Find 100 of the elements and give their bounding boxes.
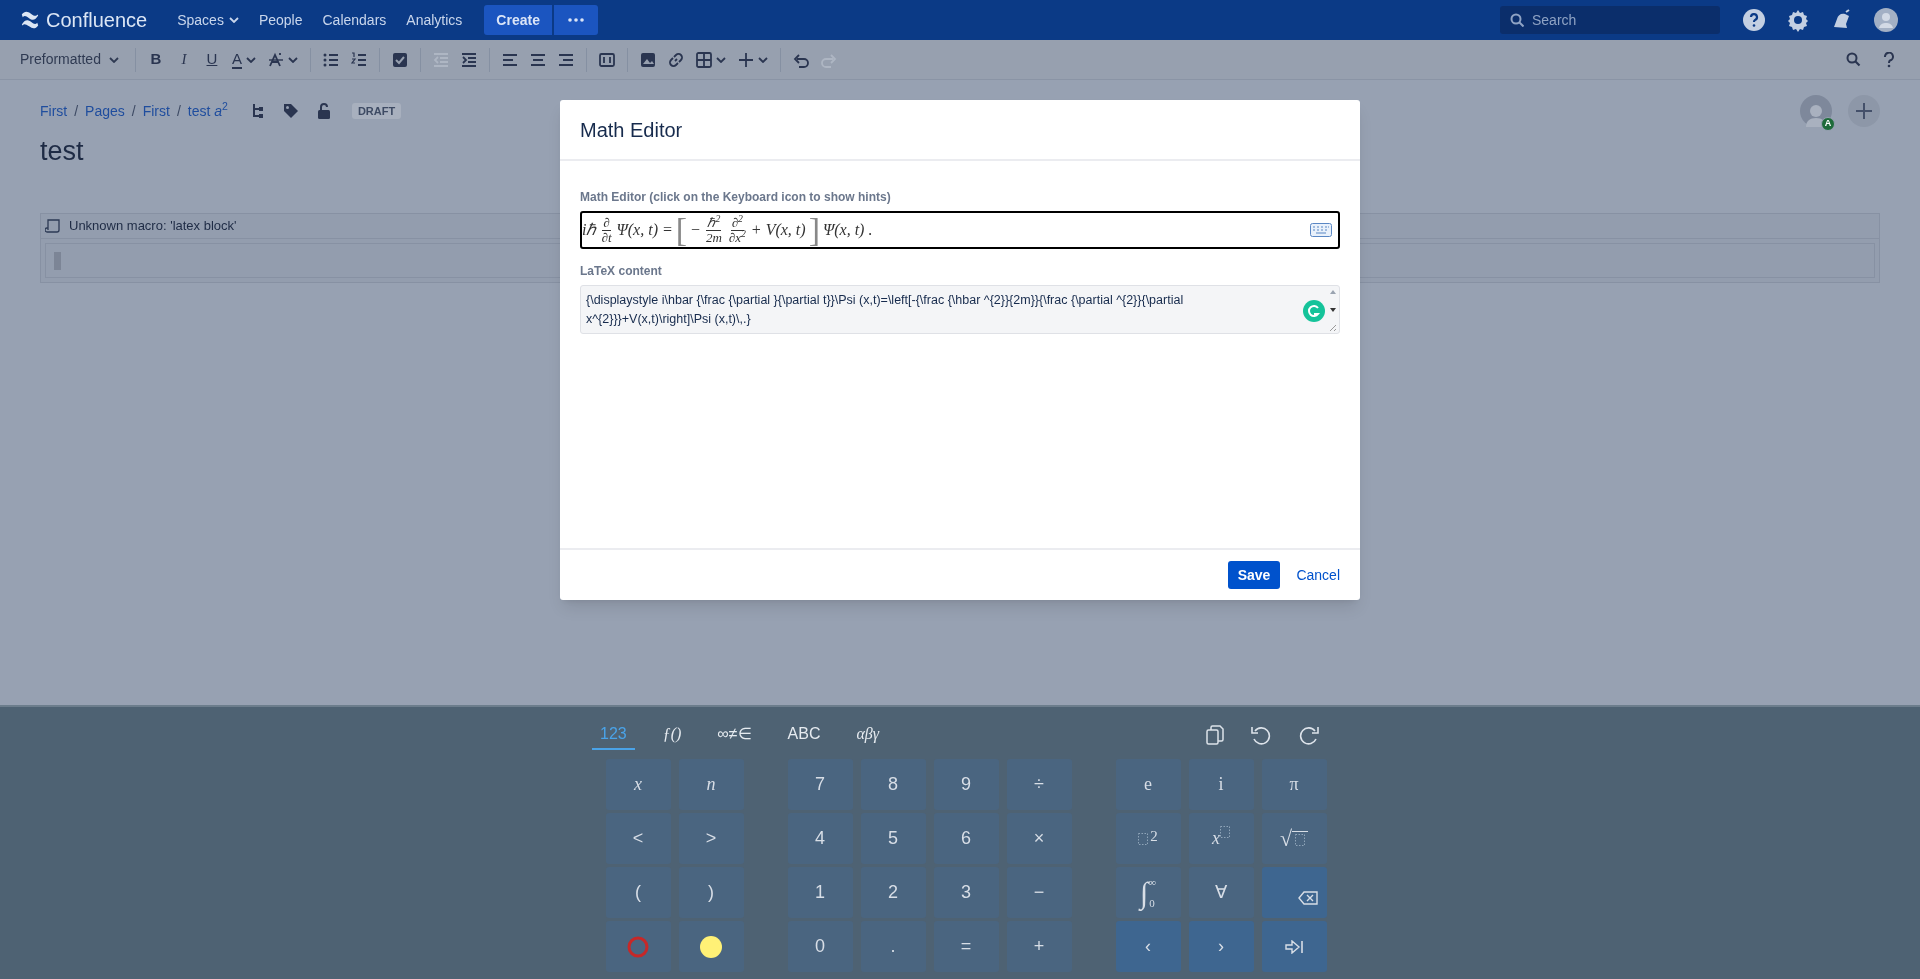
toolbar-button[interactable]: I xyxy=(169,44,198,75)
keyboard-key[interactable]: < xyxy=(605,813,671,864)
nav-menu-item[interactable]: Calendars xyxy=(312,4,397,36)
keyboard-tab[interactable]: αβγ xyxy=(848,720,888,750)
confluence-logo-icon[interactable] xyxy=(20,10,40,30)
user-avatar-icon[interactable] xyxy=(1874,8,1898,32)
keyboard-key[interactable]: 5 xyxy=(860,813,926,864)
breadcrumb-link[interactable]: First xyxy=(40,100,68,122)
breadcrumb-link[interactable]: test a$^{2}$ xyxy=(187,100,228,122)
image-icon xyxy=(639,51,656,68)
breadcrumb-link[interactable]: First xyxy=(142,100,170,122)
placeholder-square-icon xyxy=(1220,825,1230,838)
keyboard-key[interactable]: × xyxy=(1006,813,1072,864)
toolbar-button[interactable]: U xyxy=(197,44,226,75)
keyboard-key[interactable]: 4 xyxy=(787,813,853,864)
keyboard-key[interactable] xyxy=(1261,867,1327,918)
keyboard-key[interactable]: + xyxy=(1006,921,1072,972)
keyboard-key[interactable]: 3 xyxy=(933,867,999,918)
macro-label: Unknown macro: 'latex block' xyxy=(69,217,237,236)
more-button[interactable] xyxy=(553,5,598,35)
keyboard-key[interactable]: 0 xyxy=(787,921,853,972)
numbered-list-icon xyxy=(350,51,367,68)
avatar-badge: A xyxy=(1821,117,1835,131)
keyboard-key[interactable]: n xyxy=(678,759,744,810)
keyboard-key[interactable]: . xyxy=(860,921,926,972)
settings-icon[interactable] xyxy=(1786,8,1810,32)
copy-icon[interactable] xyxy=(1206,725,1224,745)
base-text: x xyxy=(1212,827,1220,850)
toolbar-button[interactable]: B xyxy=(141,44,170,75)
integral-sign: ∫ xyxy=(1139,875,1149,913)
cancel-link[interactable]: Cancel xyxy=(1296,564,1340,586)
dialog-title: Math Editor xyxy=(580,117,683,143)
page-title[interactable]: test xyxy=(40,133,84,169)
keyboard-key[interactable] xyxy=(678,921,744,972)
nav-menu-item[interactable]: Spaces xyxy=(167,4,249,36)
caret-icon xyxy=(108,56,119,63)
keyboard-tab[interactable]: ∞≠∈ xyxy=(709,720,760,750)
math-fraction: ∂$^{2}$ ∂x$^{2}$ xyxy=(727,215,747,245)
undo-icon[interactable] xyxy=(1250,725,1272,745)
keyboard-key[interactable]: 9 xyxy=(933,759,999,810)
placeholder-square-icon xyxy=(1295,834,1306,846)
keyboard-key[interactable]: π xyxy=(1261,759,1327,810)
search-field[interactable]: Search xyxy=(1500,6,1720,34)
keyboard-key[interactable]: x xyxy=(1188,813,1254,864)
keyboard-key[interactable]: e xyxy=(1115,759,1181,810)
paragraph-style-dropdown[interactable]: Preformatted xyxy=(20,49,119,70)
help-icon[interactable] xyxy=(1742,8,1766,32)
math-text: iℏ xyxy=(582,220,597,240)
table-icon xyxy=(695,51,712,68)
keyboard-key[interactable]: √ xyxy=(1261,813,1327,864)
keyboard-key[interactable]: x xyxy=(605,759,671,810)
more-icon xyxy=(567,18,584,22)
unlocked-padlock-icon[interactable] xyxy=(316,103,331,119)
help-icon[interactable] xyxy=(1883,51,1894,68)
caret-icon xyxy=(228,17,239,23)
breadcrumb-link[interactable]: Pages xyxy=(85,100,125,122)
keyboard-tab[interactable]: ƒ() xyxy=(654,720,690,750)
keyboard-key[interactable]: ÷ xyxy=(1006,759,1072,810)
keyboard-key[interactable] xyxy=(1261,921,1327,972)
keyboard-key[interactable]: i xyxy=(1188,759,1254,810)
keyboard-key[interactable]: > xyxy=(678,813,744,864)
caret-icon xyxy=(715,56,726,63)
keyboard-key[interactable]: 6 xyxy=(933,813,999,864)
keyboard-key[interactable]: › xyxy=(1188,921,1254,972)
redo-icon[interactable] xyxy=(1298,725,1320,745)
backspace-icon xyxy=(1298,890,1318,905)
nav-menu-item[interactable]: Analytics xyxy=(396,4,473,36)
add-button[interactable] xyxy=(1848,95,1880,127)
keyboard-key[interactable]: ) xyxy=(678,867,744,918)
search-icon xyxy=(1510,13,1524,27)
nav-menu-item[interactable]: People xyxy=(248,4,313,36)
keyboard-key[interactable]: 8 xyxy=(860,759,926,810)
math-bracket: [ xyxy=(675,213,688,247)
keyboard-key[interactable]: 2 xyxy=(1115,813,1181,864)
lower-limit: 0 xyxy=(1149,897,1156,909)
save-button[interactable]: Save xyxy=(1227,561,1281,589)
align-left-icon xyxy=(501,51,518,68)
keyboard-key[interactable]: ( xyxy=(605,867,671,918)
tag-icon[interactable] xyxy=(282,103,299,119)
page-tree-icon[interactable] xyxy=(250,103,265,119)
breadcrumb-separator: / xyxy=(176,101,181,121)
keyboard-key[interactable]: 1 xyxy=(787,867,853,918)
keyboard-key[interactable]: ‹ xyxy=(1115,921,1181,972)
latex-textarea[interactable]: {\displaystyle i\hbar {\frac {\partial }{\partial t}}\Psi (x,t)=\left[-{\frac {\hbar ^{2}}{2m}}{\frac {\partial ^{2}}{\partial x^{2}}}+V(x,t)\right]\Psi (x,t)\,.} xyxy=(580,285,1340,334)
keyboard-key[interactable]: − xyxy=(1006,867,1072,918)
search-icon[interactable] xyxy=(1846,52,1861,67)
text-cursor xyxy=(54,251,61,270)
toolbar-button[interactable]: A xyxy=(225,44,262,75)
keyboard-tab[interactable]: 123 xyxy=(592,720,635,750)
keyboard-key[interactable]: 7 xyxy=(787,759,853,810)
keyboard-tab[interactable]: ABC xyxy=(779,720,829,750)
align-center-icon xyxy=(529,51,546,68)
plus-icon xyxy=(1855,102,1873,120)
keyboard-key[interactable]: ∀ xyxy=(1188,867,1254,918)
logo-text[interactable]: Confluence xyxy=(46,5,148,35)
keyboard-key[interactable]: = xyxy=(933,921,999,972)
tab-arrow-icon xyxy=(1285,939,1303,954)
keyboard-key[interactable]: 2 xyxy=(860,867,926,918)
keyboard-icon[interactable] xyxy=(1310,223,1332,237)
create-button[interactable]: Create xyxy=(484,5,552,35)
